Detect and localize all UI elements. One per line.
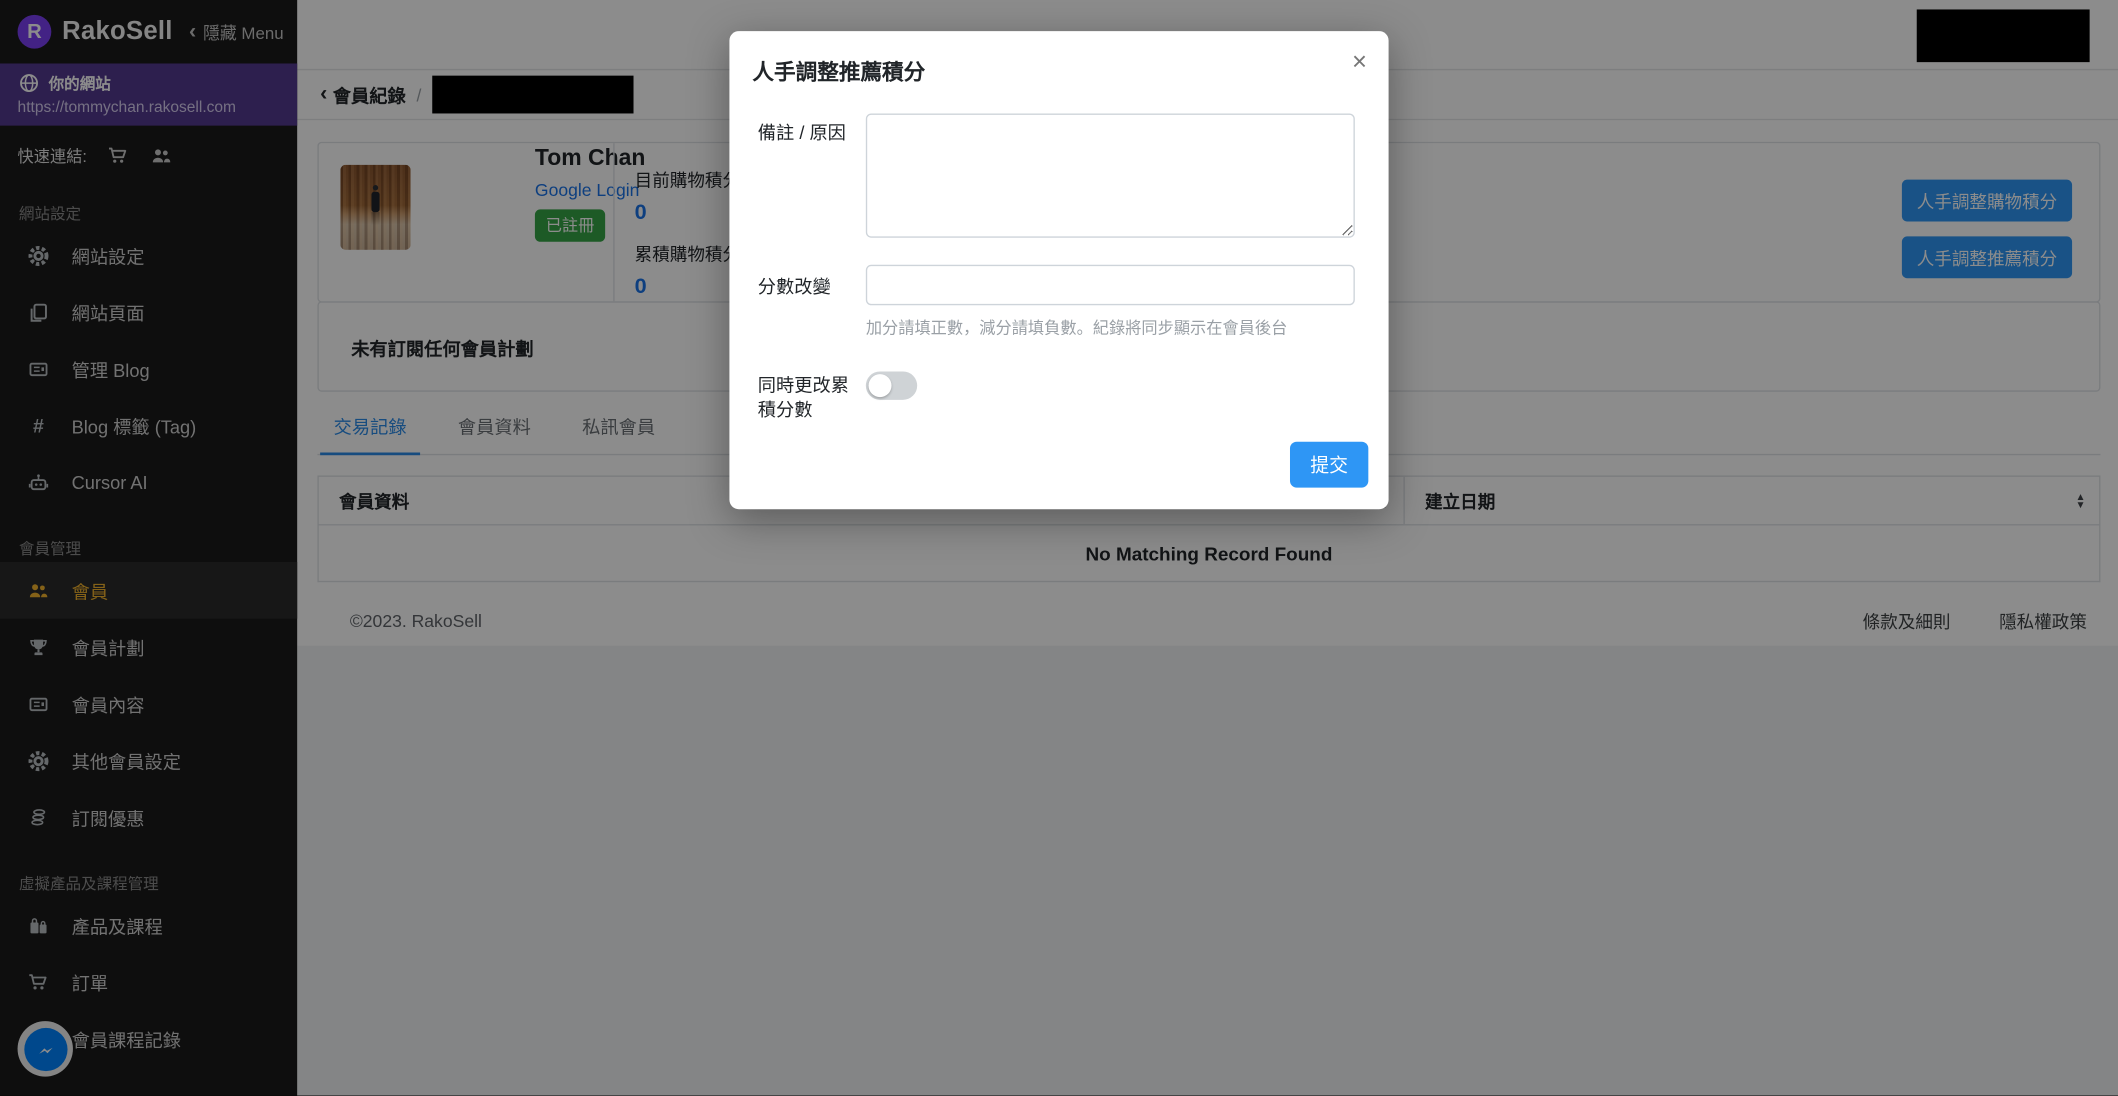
modal-header: 人手調整推薦積分 ×	[729, 31, 1388, 100]
modal-title: 人手調整推薦積分	[752, 54, 925, 86]
score-change-label: 分數改變	[758, 265, 866, 339]
modal-footer: 提交	[1290, 442, 1368, 488]
accumulated-points-toggle[interactable]	[866, 371, 917, 399]
app-root: R RakoSell ‹ 隱藏 Menu 你的網站 https://tommyc…	[0, 0, 2118, 1095]
close-icon[interactable]: ×	[1352, 54, 1367, 73]
score-helper-text: 加分請填正數，減分請填負數。紀錄將同步顯示在會員後台	[866, 316, 1355, 339]
adjust-referral-points-modal: 人手調整推薦積分 × 備註 / 原因 分數改變 加分請填正數，減分請填負數。紀錄…	[729, 31, 1388, 509]
submit-button[interactable]: 提交	[1290, 442, 1368, 488]
remark-textarea[interactable]	[866, 113, 1355, 237]
toggle-label: 同時更改累積分數	[758, 366, 866, 423]
toggle-knob	[869, 374, 892, 397]
score-change-input[interactable]	[866, 265, 1355, 306]
remark-label: 備註 / 原因	[758, 113, 866, 237]
modal-body: 備註 / 原因 分數改變 加分請填正數，減分請填負數。紀錄將同步顯示在會員後台 …	[729, 100, 1388, 423]
